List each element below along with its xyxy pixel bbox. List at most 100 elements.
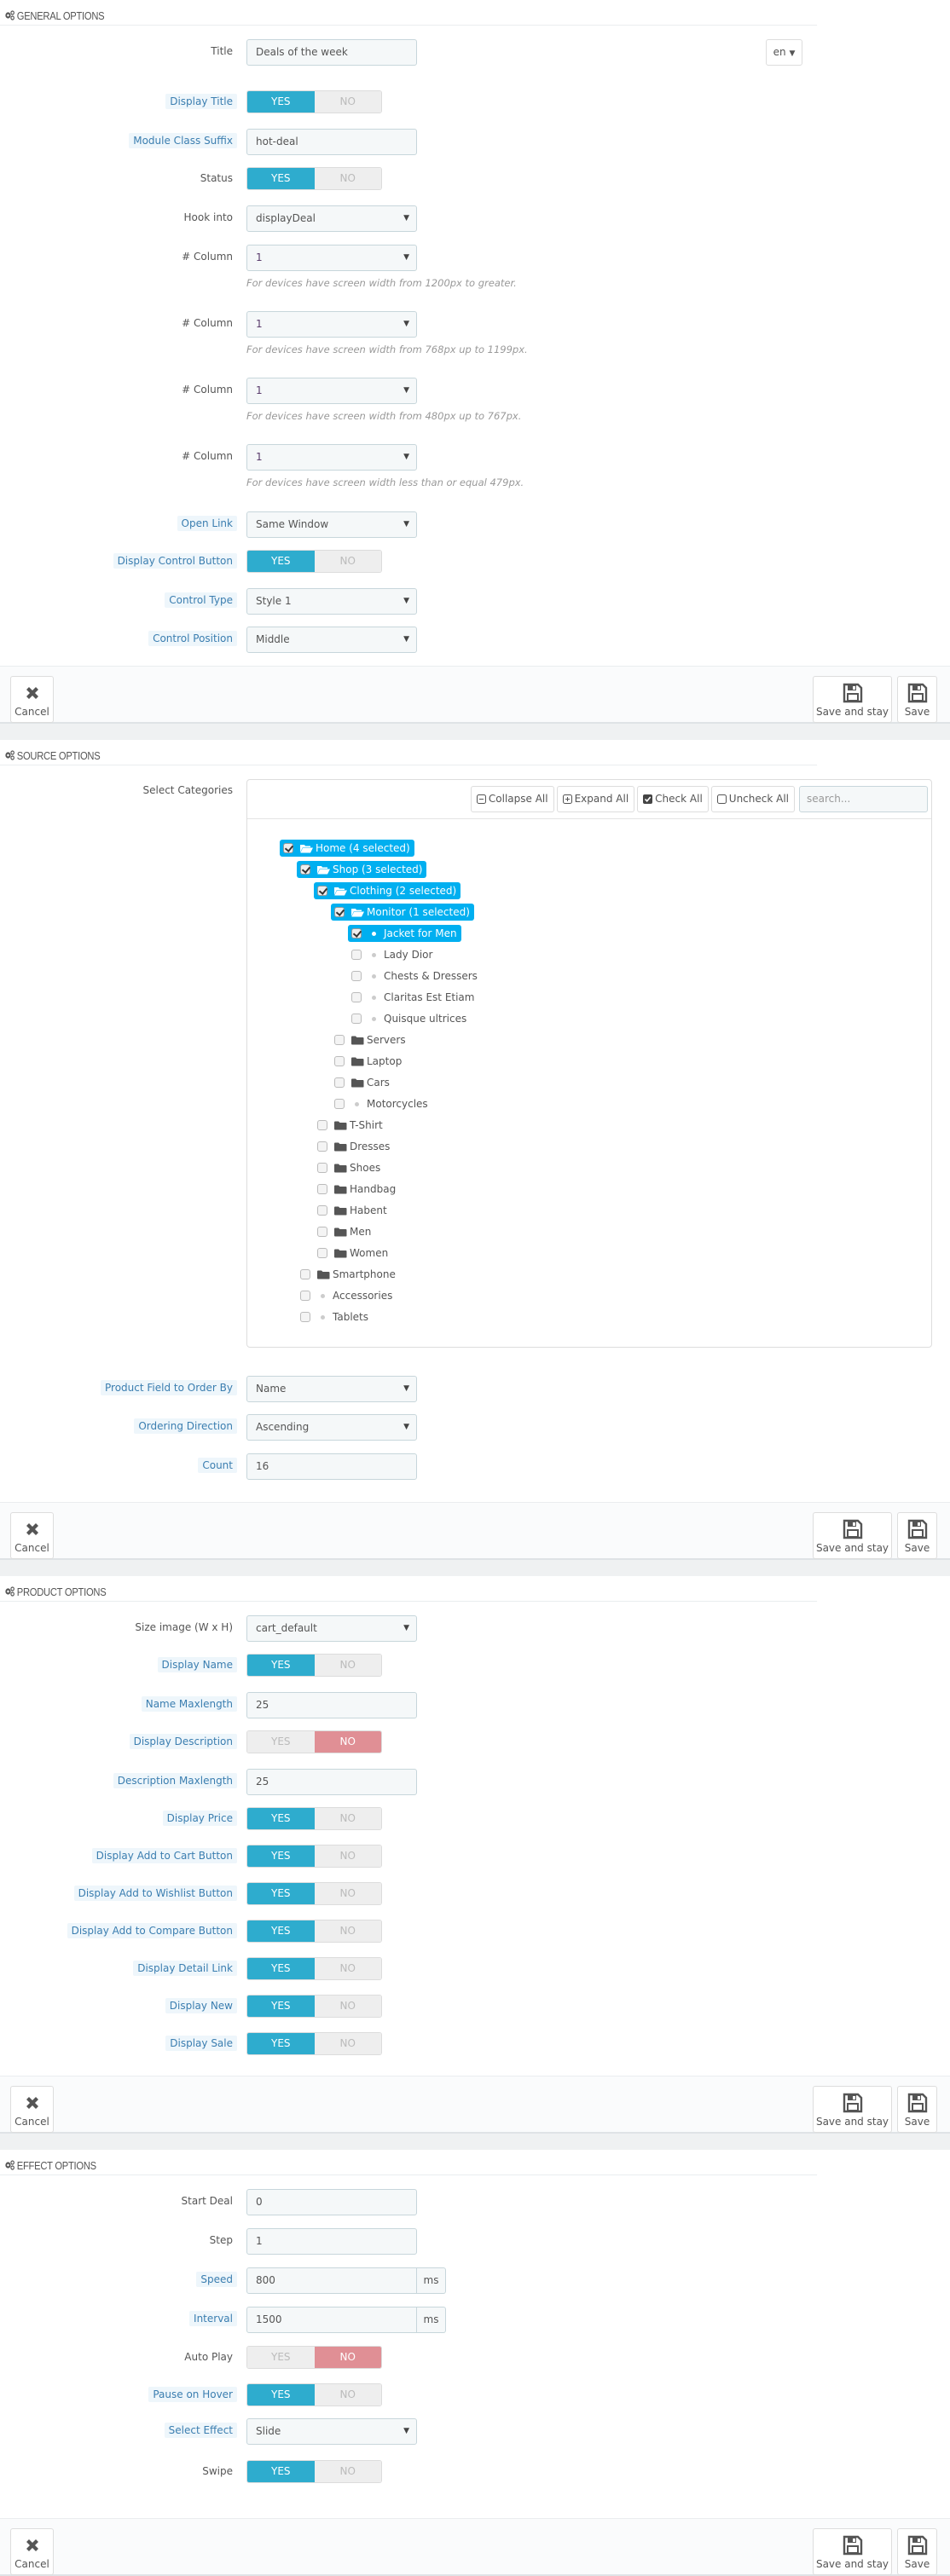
tree-node[interactable]: Servers — [334, 1031, 406, 1048]
no-option[interactable]: NO — [314, 1731, 381, 1753]
tree-node[interactable]: Chests & Dressers — [351, 967, 478, 985]
no-option[interactable]: NO — [314, 551, 381, 572]
no-option[interactable]: NO — [314, 2033, 381, 2054]
save-and-stay-button[interactable]: Save and stay — [813, 2528, 892, 2575]
tree-node[interactable]: Jacket for Men — [348, 925, 461, 942]
yes-option[interactable]: YES — [247, 168, 315, 189]
tree-node[interactable]: Laptop — [334, 1053, 402, 1070]
no-option[interactable]: NO — [314, 91, 381, 113]
pause-on-hover-toggle[interactable]: YES NO — [246, 2383, 382, 2406]
direction-select[interactable]: Ascending ▼ — [246, 1414, 417, 1441]
yes-option[interactable]: YES — [247, 1655, 315, 1676]
tree-node-checkbox[interactable] — [317, 1184, 327, 1194]
product-toggle[interactable]: YES NO — [246, 1995, 382, 2018]
no-option[interactable]: NO — [314, 1808, 381, 1829]
tree-node-checkbox[interactable] — [300, 864, 310, 875]
tree-node[interactable]: Habent — [317, 1202, 387, 1219]
tree-node-checkbox[interactable] — [317, 1141, 327, 1152]
yes-option[interactable]: YES — [247, 1920, 315, 1942]
tree-node[interactable]: Tablets — [300, 1308, 368, 1326]
tree-node-checkbox[interactable] — [351, 971, 362, 981]
tree-node-checkbox[interactable] — [300, 1312, 310, 1322]
column-xs-select[interactable]: 1 ▼ — [246, 444, 417, 471]
product-toggle[interactable]: YES NO — [246, 1845, 382, 1868]
tree-node-checkbox[interactable] — [334, 1056, 345, 1066]
tree-search-input[interactable]: search... — [799, 786, 928, 812]
yes-option[interactable]: YES — [247, 2384, 315, 2406]
tree-node-checkbox[interactable] — [317, 1248, 327, 1258]
cancel-button[interactable]: Cancel — [10, 2528, 54, 2575]
tree-node[interactable]: Women — [317, 1245, 388, 1262]
product-toggle[interactable]: YES NO — [246, 1807, 382, 1830]
collapse-all-button[interactable]: Collapse All — [470, 786, 554, 812]
tree-node-checkbox[interactable] — [334, 1077, 345, 1088]
tree-node[interactable]: T-Shirt — [317, 1117, 383, 1134]
swipe-toggle[interactable]: YES NO — [246, 2460, 382, 2483]
product-toggle[interactable]: YES NO — [246, 1882, 382, 1905]
tree-node[interactable]: Lady Dior — [351, 946, 432, 963]
language-dropdown[interactable]: en ▼ — [766, 39, 802, 66]
name-maxlength-input[interactable]: 25 — [246, 1692, 417, 1718]
title-input[interactable]: Deals of the week — [246, 39, 417, 66]
no-option[interactable]: NO — [314, 168, 381, 189]
control-type-select[interactable]: Style 1 ▼ — [246, 588, 417, 615]
tree-node[interactable]: Accessories — [300, 1287, 392, 1304]
interval-input[interactable]: 1500 — [246, 2307, 417, 2333]
yes-option[interactable]: YES — [247, 551, 315, 572]
no-option[interactable]: NO — [314, 2347, 381, 2368]
save-button[interactable]: Save — [897, 1512, 937, 1559]
tree-node[interactable]: Monitor (1 selected) — [331, 904, 474, 921]
tree-node-checkbox[interactable] — [317, 1120, 327, 1130]
tree-node-checkbox[interactable] — [334, 1099, 345, 1109]
no-option[interactable]: NO — [314, 1883, 381, 1904]
product-toggle[interactable]: YES NO — [246, 1920, 382, 1943]
expand-all-button[interactable]: Expand All — [556, 786, 635, 812]
no-option[interactable]: NO — [314, 1920, 381, 1942]
cancel-button[interactable]: Cancel — [10, 2086, 54, 2133]
column-lg-select[interactable]: 1 ▼ — [246, 245, 417, 271]
select-effect-select[interactable]: Slide ▼ — [246, 2418, 417, 2445]
tree-node-checkbox[interactable] — [351, 950, 362, 960]
tree-node[interactable]: Clothing (2 selected) — [314, 882, 461, 899]
control-position-select[interactable]: Middle ▼ — [246, 627, 417, 653]
tree-node-checkbox[interactable] — [351, 928, 362, 939]
yes-option[interactable]: YES — [247, 2347, 315, 2368]
no-option[interactable]: NO — [314, 1845, 381, 1867]
yes-option[interactable]: YES — [247, 1883, 315, 1904]
yes-option[interactable]: YES — [247, 1845, 315, 1867]
no-option[interactable]: NO — [314, 2384, 381, 2406]
check-all-button[interactable]: Check All — [637, 786, 709, 812]
class-suffix-input[interactable]: hot-deal — [246, 129, 417, 155]
cancel-button[interactable]: Cancel — [10, 676, 54, 723]
display-control-toggle[interactable]: YES NO — [246, 550, 382, 573]
tree-node-checkbox[interactable] — [317, 1227, 327, 1237]
yes-option[interactable]: YES — [247, 91, 315, 113]
tree-node-checkbox[interactable] — [317, 1163, 327, 1173]
save-and-stay-button[interactable]: Save and stay — [813, 2086, 892, 2133]
yes-option[interactable]: YES — [247, 2033, 315, 2054]
tree-node[interactable]: Motorcycles — [334, 1095, 428, 1112]
start-deal-input[interactable]: 0 — [246, 2189, 417, 2215]
yes-option[interactable]: YES — [247, 1808, 315, 1829]
tree-node-checkbox[interactable] — [334, 1035, 345, 1045]
save-and-stay-button[interactable]: Save and stay — [813, 676, 892, 723]
tree-node[interactable]: Dresses — [317, 1138, 390, 1155]
auto-play-toggle[interactable]: YES NO — [246, 2346, 382, 2369]
tree-node-checkbox[interactable] — [317, 886, 327, 896]
yes-option[interactable]: YES — [247, 1996, 315, 2017]
speed-input[interactable]: 800 — [246, 2267, 417, 2294]
description-maxlength-input[interactable]: 25 — [246, 1769, 417, 1795]
column-md-select[interactable]: 1 ▼ — [246, 311, 417, 338]
save-button[interactable]: Save — [897, 2528, 937, 2575]
tree-node-checkbox[interactable] — [351, 992, 362, 1002]
tree-node-checkbox[interactable] — [351, 1014, 362, 1024]
yes-option[interactable]: YES — [247, 2461, 315, 2482]
status-toggle[interactable]: YES NO — [246, 167, 382, 190]
count-input[interactable]: 16 — [246, 1453, 417, 1480]
tree-node[interactable]: Shop (3 selected) — [297, 861, 427, 878]
no-option[interactable]: NO — [314, 1996, 381, 2017]
no-option[interactable]: NO — [314, 2461, 381, 2482]
hook-select[interactable]: displayDeal ▼ — [246, 205, 417, 232]
product-toggle[interactable]: YES NO — [246, 1957, 382, 1980]
display-description-toggle[interactable]: YES NO — [246, 1730, 382, 1753]
